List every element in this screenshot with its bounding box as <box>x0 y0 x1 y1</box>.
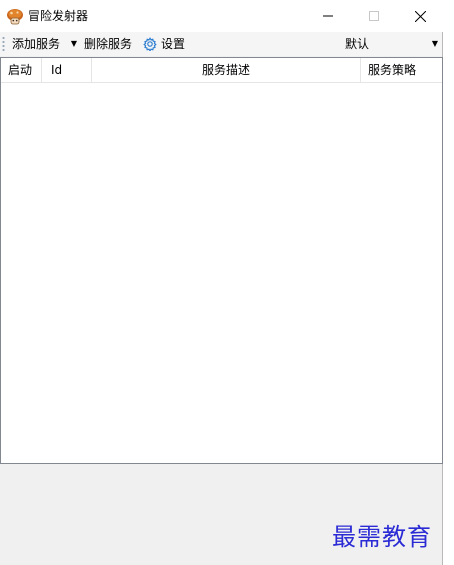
column-header-id[interactable]: Id <box>42 58 92 82</box>
title-bar[interactable]: 冒险发射器 <box>0 0 443 32</box>
watermark-text: 最需教育 <box>332 523 432 551</box>
toolbar-grip-handle[interactable] <box>2 36 5 52</box>
list-header: 启动 Id 服务描述 服务策略 <box>1 58 442 83</box>
column-header-policy[interactable]: 服务策略 <box>361 58 442 82</box>
gear-icon <box>143 37 157 51</box>
minimize-button[interactable] <box>305 0 351 32</box>
window-title: 冒险发射器 <box>28 9 89 23</box>
close-icon <box>414 10 426 22</box>
minimize-icon <box>323 15 333 17</box>
column-header-start[interactable]: 启动 <box>1 58 42 82</box>
add-service-button[interactable]: 添加服务 <box>12 35 60 53</box>
maximize-icon <box>369 11 379 21</box>
mushroom-icon <box>6 8 24 26</box>
service-list[interactable]: 启动 Id 服务描述 服务策略 <box>0 57 443 464</box>
profile-select-value: 默认 <box>345 37 370 51</box>
settings-label: 设置 <box>161 37 186 51</box>
delete-service-button[interactable]: 删除服务 <box>84 35 132 53</box>
add-service-dropdown-arrow[interactable]: ▼ <box>69 35 79 53</box>
column-header-description[interactable]: 服务描述 <box>92 58 361 82</box>
chevron-down-icon: ▼ <box>431 39 438 48</box>
settings-button[interactable]: 设置 <box>143 35 185 53</box>
close-button[interactable] <box>397 0 443 32</box>
profile-select[interactable]: 默认 ▼ <box>342 35 440 53</box>
toolbar: 添加服务 ▼ 删除服务 设置 默认 ▼ <box>0 32 442 56</box>
maximize-button[interactable] <box>351 0 397 32</box>
app-window: 冒险发射器 添加服务 ▼ 删除服务 设置 默认 ▼ 启动 Id 服务描述 服务策… <box>0 0 443 565</box>
